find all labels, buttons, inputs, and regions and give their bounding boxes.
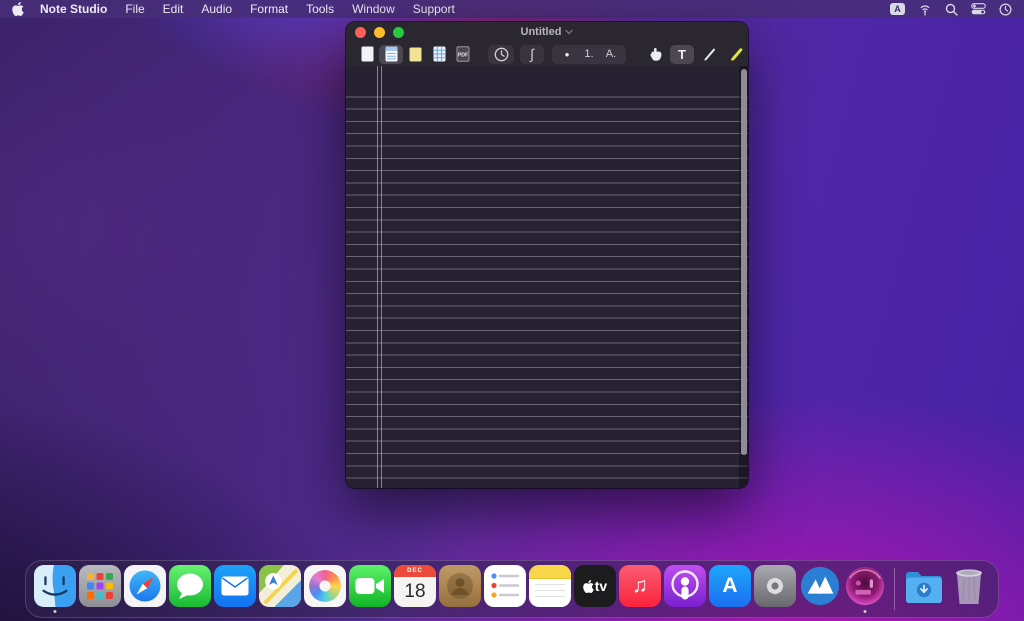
contacts-icon <box>439 565 481 607</box>
launchpad-icon <box>79 565 121 607</box>
dock-podcasts[interactable] <box>663 565 707 613</box>
downloads-folder-icon <box>903 565 945 607</box>
apple-icon <box>12 2 24 16</box>
highlighter-tool-button[interactable] <box>724 45 748 64</box>
close-button[interactable] <box>355 27 366 38</box>
music-note-glyph: ♫ <box>632 574 648 598</box>
dock-mail[interactable] <box>213 565 257 613</box>
system-settings-icon <box>754 565 796 607</box>
spotlight-search-icon[interactable] <box>945 3 958 16</box>
dock-system-settings[interactable] <box>753 565 797 613</box>
lettered-list-button[interactable]: A. <box>600 45 622 64</box>
dock-contacts[interactable] <box>438 565 482 613</box>
pdf-paper-button[interactable]: PDF <box>451 45 475 64</box>
dock-note-studio[interactable] <box>843 565 887 613</box>
dock-appstore[interactable]: A <box>708 565 752 613</box>
calendar-day: 18 <box>394 577 436 607</box>
pen-tool-button[interactable] <box>697 45 721 64</box>
menu-bar-status-area: A <box>890 3 1012 16</box>
text-tool-button[interactable]: T <box>670 45 694 64</box>
menu-audio[interactable]: Audio <box>201 2 232 16</box>
scrollbar-thumb[interactable] <box>741 69 747 455</box>
bullet-list-button[interactable]: • <box>556 45 578 64</box>
zoom-button[interactable] <box>393 27 404 38</box>
dock-messages[interactable] <box>168 565 212 613</box>
maps-icon <box>259 565 301 607</box>
apple-menu[interactable] <box>12 2 24 16</box>
lined-paper-button[interactable] <box>379 45 403 64</box>
pdf-label: PDF <box>458 53 468 59</box>
plain-paper-button[interactable] <box>355 45 379 64</box>
dock-music[interactable]: ♫ <box>618 565 662 613</box>
menu-format[interactable]: Format <box>250 2 288 16</box>
trash-icon <box>948 565 990 607</box>
appstore-label: A <box>722 574 737 598</box>
dock-appletv[interactable]: tv <box>573 565 617 613</box>
toolbar: PDF ∫ • 1. A. T <box>346 42 748 66</box>
audio-recording-button[interactable] <box>488 45 514 64</box>
calendar-month: DEC <box>394 565 436 577</box>
note-studio-window: Untitled PDF <box>346 22 748 488</box>
control-center-icon[interactable] <box>971 3 986 15</box>
dock-maps[interactable] <box>258 565 302 613</box>
dock-reminders[interactable] <box>483 565 527 613</box>
menu-file[interactable]: File <box>125 2 144 16</box>
running-indicator <box>54 610 57 613</box>
podcasts-icon <box>664 565 706 607</box>
dock-mountain-app[interactable] <box>798 565 842 613</box>
running-indicator <box>864 610 867 613</box>
hand-tool-button[interactable] <box>643 45 667 64</box>
menu-support[interactable]: Support <box>413 2 455 16</box>
desktop: Note Studio File Edit Audio Format Tools… <box>0 0 1024 621</box>
dock-launchpad[interactable] <box>78 565 122 613</box>
dock-finder[interactable] <box>33 565 77 613</box>
margin-line <box>377 66 382 488</box>
note-canvas[interactable] <box>346 66 748 488</box>
title-chevron-down-icon[interactable] <box>565 29 573 35</box>
wifi-icon[interactable] <box>918 3 932 16</box>
menu-window[interactable]: Window <box>352 2 395 16</box>
photos-icon <box>304 565 346 607</box>
safari-icon <box>124 565 166 607</box>
menu-tools[interactable]: Tools <box>306 2 334 16</box>
menu-bar: Note Studio File Edit Audio Format Tools… <box>0 0 1024 18</box>
music-icon: ♫ <box>619 565 661 607</box>
window-title: Untitled <box>521 26 562 38</box>
appletv-icon: tv <box>574 565 616 607</box>
dock-facetime[interactable] <box>348 565 392 613</box>
menu-edit[interactable]: Edit <box>163 2 184 16</box>
sticky-note-button[interactable] <box>403 45 427 64</box>
numbered-list-button[interactable]: 1. <box>578 45 600 64</box>
active-app-name[interactable]: Note Studio <box>40 2 107 16</box>
grid-paper-button[interactable] <box>427 45 451 64</box>
mountain-app-icon <box>799 565 841 607</box>
messages-icon <box>169 565 211 607</box>
clock-icon[interactable] <box>999 3 1012 16</box>
list-style-group: • 1. A. <box>552 45 626 64</box>
dock-downloads[interactable] <box>902 565 946 613</box>
dock-calendar[interactable]: DEC 18 <box>393 565 437 613</box>
note-studio-app-icon <box>844 565 886 607</box>
dock-trash[interactable] <box>947 565 991 613</box>
dock-safari[interactable] <box>123 565 167 613</box>
dock: DEC 18 <box>25 560 999 618</box>
input-source-icon[interactable]: A <box>890 3 905 15</box>
appstore-icon: A <box>709 565 751 607</box>
calendar-icon: DEC 18 <box>394 565 436 607</box>
title-bar[interactable]: Untitled <box>346 22 748 42</box>
reminders-icon <box>484 565 526 607</box>
appletv-label: tv <box>595 578 607 594</box>
dock-notes[interactable] <box>528 565 572 613</box>
integral-button[interactable]: ∫ <box>520 45 544 64</box>
finder-icon <box>34 565 76 607</box>
mail-icon <box>214 565 256 607</box>
minimize-button[interactable] <box>374 27 385 38</box>
dock-divider <box>894 568 895 610</box>
dock-photos[interactable] <box>303 565 347 613</box>
ruled-lines <box>346 85 748 488</box>
notes-icon <box>529 565 571 607</box>
facetime-icon <box>349 565 391 607</box>
